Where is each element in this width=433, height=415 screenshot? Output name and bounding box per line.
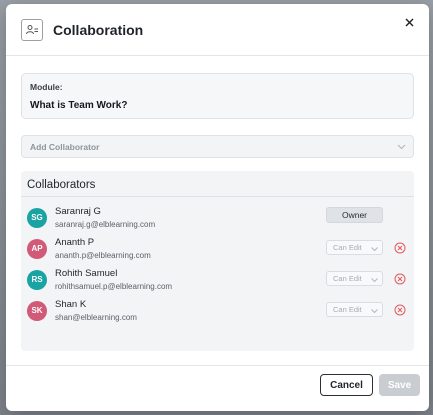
collaborator-info: Shan K shan@elblearning.com [55, 299, 137, 322]
save-button[interactable]: Save [379, 374, 420, 396]
collaborator-row: SG Saranraj G saranraj.g@elblearning.com… [27, 202, 408, 233]
avatar: SK [27, 300, 47, 321]
collaborator-email: shan@elblearning.com [55, 313, 137, 322]
collaborator-info: Rohith Samuel rohithsamuel.p@elblearning… [55, 268, 172, 291]
collaborator-row: AP Ananth P ananth.p@elblearning.com Can… [27, 233, 408, 264]
module-label: Module: [30, 82, 63, 92]
permission-select[interactable]: Can Edit [326, 240, 383, 255]
collaborators-heading: Collaborators [21, 171, 414, 197]
dialog-footer: Cancel Save [6, 365, 429, 411]
collaborator-email: ananth.p@elblearning.com [55, 251, 151, 260]
permission-value: Can Edit [333, 274, 362, 283]
collaboration-dialog: Collaboration Module: What is Team Work?… [6, 4, 429, 411]
collaborator-list: SG Saranraj G saranraj.g@elblearning.com… [21, 197, 414, 326]
collaborator-name: Saranraj G [55, 206, 101, 217]
add-collaborator-select[interactable]: Add Collaborator [21, 135, 414, 158]
people-icon [21, 18, 43, 41]
dialog-title: Collaboration [53, 21, 144, 38]
remove-collaborator-icon[interactable] [394, 304, 406, 316]
owner-badge: Owner [326, 207, 383, 223]
collaborator-name: Ananth P [55, 237, 95, 248]
collaborator-info: Ananth P ananth.p@elblearning.com [55, 237, 151, 260]
permission-select[interactable]: Can Edit [326, 271, 383, 286]
collaborator-name: Rohith Samuel [55, 268, 118, 279]
remove-collaborator-icon[interactable] [394, 273, 406, 285]
cancel-button[interactable]: Cancel [320, 374, 373, 396]
collaborator-info: Saranraj G saranraj.g@elblearning.com [55, 206, 155, 229]
module-name: What is Team Work? [30, 100, 128, 111]
permission-select[interactable]: Can Edit [326, 302, 383, 317]
chevron-down-icon [397, 142, 406, 152]
collaborator-row: RS Rohith Samuel rohithsamuel.p@elblearn… [27, 264, 408, 295]
add-collaborator-placeholder: Add Collaborator [30, 141, 100, 152]
collaborator-name: Shan K [55, 299, 87, 310]
remove-collaborator-icon[interactable] [394, 242, 406, 254]
permission-value: Can Edit [333, 305, 362, 314]
chevron-down-icon [371, 307, 378, 316]
module-info: Module: What is Team Work? [21, 73, 414, 119]
collaborators-panel: Collaborators SG Saranraj G saranraj.g@e… [21, 171, 414, 351]
collaborator-row: SK Shan K shan@elblearning.com Can Edit [27, 295, 408, 326]
dialog-header: Collaboration [6, 4, 429, 56]
collaborator-email: rohithsamuel.p@elblearning.com [55, 282, 173, 291]
avatar: AP [27, 238, 47, 259]
chevron-down-icon [371, 245, 378, 254]
chevron-down-icon [371, 276, 378, 285]
permission-value: Can Edit [333, 243, 362, 252]
avatar: RS [27, 269, 47, 290]
avatar: SG [27, 207, 47, 228]
collaborator-email: saranraj.g@elblearning.com [55, 220, 156, 229]
close-icon[interactable] [401, 14, 417, 30]
